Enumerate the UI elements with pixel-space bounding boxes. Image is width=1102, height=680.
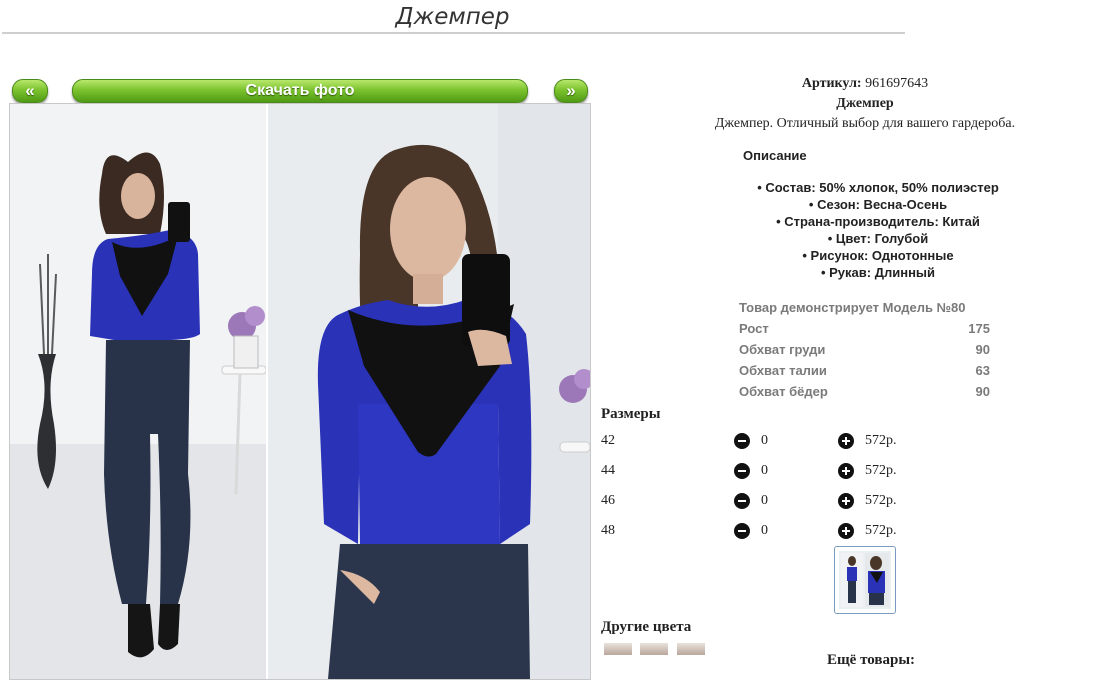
measurement-row: Обхват талии 63 [739,360,990,381]
other-color-thumbnail[interactable] [640,643,668,655]
model-measurements: Товар демонстрирует Модель №80 Рост 175 О… [739,297,990,402]
measurement-value: 63 [975,363,990,378]
model-heading: Товар демонстрирует Модель №80 [739,297,990,318]
quantity-value: 0 [761,433,768,448]
article-label: Артикул: [801,76,862,91]
size-label: 48 [601,523,615,538]
product-description: Джемпер. Отличный выбор для вашего гарде… [714,116,1016,131]
product-thumbnail[interactable] [834,546,896,614]
quantity-value: 0 [761,463,768,478]
article-line: Артикул: 961697643 [615,76,1102,92]
measurement-value: 90 [975,342,990,357]
size-price: 572р. [865,493,897,508]
size-row: 48 0 572р. [601,521,921,541]
previous-photo-button[interactable]: « [12,79,48,103]
size-label: 46 [601,493,615,508]
size-row: 42 0 572р. [601,431,921,451]
product-photo-full-body[interactable] [10,104,266,679]
size-price: 572р. [865,523,897,538]
download-photo-button[interactable]: Скачать фото [72,79,528,103]
feature-item: • Рукав: Длинный [820,265,936,280]
feature-item: • Страна-производитель: Китай [776,214,980,229]
title-divider [2,32,905,34]
quantity-value: 0 [761,493,768,508]
measurement-value: 175 [968,321,990,336]
article-number: 961697643 [865,76,929,91]
measurement-label: Обхват груди [739,342,826,357]
measurement-label: Обхват талии [739,363,827,378]
measurement-row: Обхват груди 90 [739,339,990,360]
size-price: 572р. [865,463,897,478]
minus-circle-icon[interactable] [734,493,750,509]
size-label: 42 [601,433,615,448]
plus-circle-icon[interactable] [838,493,854,509]
model-heading-text: Товар демонстрирует Модель №80 [739,300,966,315]
size-price: 572р. [865,433,897,448]
other-color-thumbnail[interactable] [677,643,705,655]
quantity-value: 0 [761,523,768,538]
size-row: 46 0 572р. [601,491,921,511]
minus-circle-icon[interactable] [734,523,750,539]
size-label: 44 [601,463,615,478]
plus-circle-icon[interactable] [838,523,854,539]
feature-item: • Цвет: Голубой [827,231,929,246]
product-photo-close-up[interactable] [268,104,590,679]
feature-item: • Сезон: Весна-Осень [808,197,948,212]
minus-circle-icon[interactable] [734,463,750,479]
feature-item: • Состав: 50% хлопок, 50% полиэстер [757,180,999,195]
other-colors-heading: Другие цвета [601,619,692,635]
other-color-thumbnail[interactable] [604,643,632,655]
plus-circle-icon[interactable] [838,463,854,479]
sizes-heading: Размеры [601,406,661,422]
measurement-row: Обхват бёдер 90 [739,381,990,402]
page-title: Джемпер [395,4,510,30]
minus-circle-icon[interactable] [734,433,750,449]
measurement-label: Рост [739,321,769,336]
description-heading: Описание [743,148,807,163]
measurement-value: 90 [975,384,990,399]
feature-list: • Состав: 50% хлопок, 50% полиэстер • Се… [700,179,1056,281]
product-name: Джемпер [836,96,894,111]
plus-circle-icon[interactable] [838,433,854,449]
feature-item: • Рисунок: Однотонные [802,248,954,263]
more-products-heading: Ещё товары: [827,652,916,668]
next-photo-button[interactable]: » [554,79,588,103]
photo-gallery [9,103,591,680]
measurement-label: Обхват бёдер [739,384,828,399]
size-row: 44 0 572р. [601,461,921,481]
measurement-row: Рост 175 [739,318,990,339]
